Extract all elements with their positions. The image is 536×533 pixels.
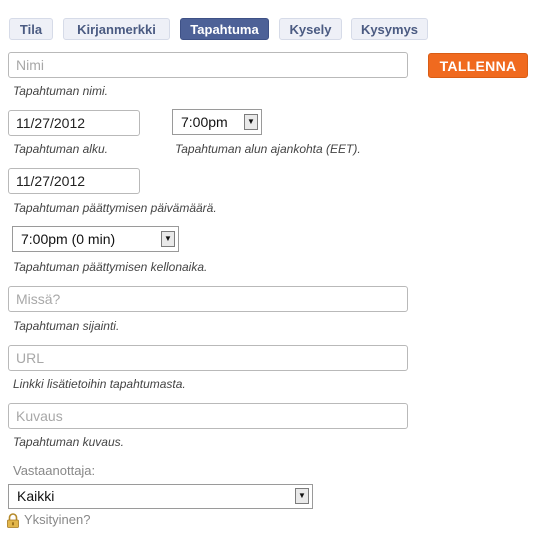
end-date-input[interactable] (8, 168, 140, 194)
dropdown-arrow-icon: ▼ (244, 114, 258, 130)
description-help: Tapahtuman kuvaus. (13, 435, 124, 449)
url-help: Linkki lisätietoihin tapahtumasta. (13, 377, 186, 391)
start-time-select[interactable]: 7:00pm ▼ (172, 109, 262, 135)
tab-tila[interactable]: Tila (9, 18, 53, 40)
description-input[interactable] (8, 403, 408, 429)
tab-kysely[interactable]: Kysely (279, 18, 342, 40)
dropdown-arrow-icon: ▼ (295, 488, 309, 504)
start-time-help: Tapahtuman alun ajankohta (EET). (175, 142, 361, 156)
url-input[interactable] (8, 345, 408, 371)
tab-kirjanmerkki[interactable]: Kirjanmerkki (63, 18, 170, 40)
recipient-label: Vastaanottaja: (13, 463, 96, 478)
private-label: Yksityinen? (24, 512, 91, 527)
location-help: Tapahtuman sijainti. (13, 319, 120, 333)
end-date-help: Tapahtuman päättymisen päivämäärä. (13, 201, 217, 215)
end-time-select[interactable]: 7:00pm (0 min) ▼ (12, 226, 179, 252)
dropdown-arrow-icon: ▼ (161, 231, 175, 247)
start-date-help: Tapahtuman alku. (13, 142, 108, 156)
tab-tapahtuma[interactable]: Tapahtuma (180, 18, 269, 40)
event-name-help: Tapahtuman nimi. (13, 84, 108, 98)
recipient-select[interactable]: Kaikki ▼ (8, 484, 313, 509)
recipient-value: Kaikki (17, 488, 55, 504)
event-name-input[interactable] (8, 52, 408, 78)
save-button[interactable]: TALLENNA (428, 53, 528, 78)
start-time-value: 7:00pm (181, 114, 228, 130)
end-time-help: Tapahtuman päättymisen kellonaika. (13, 260, 208, 274)
lock-icon (6, 513, 20, 528)
location-input[interactable] (8, 286, 408, 312)
end-time-value: 7:00pm (0 min) (21, 231, 116, 247)
start-date-input[interactable] (8, 110, 140, 136)
tab-kysymys[interactable]: Kysymys (351, 18, 428, 40)
